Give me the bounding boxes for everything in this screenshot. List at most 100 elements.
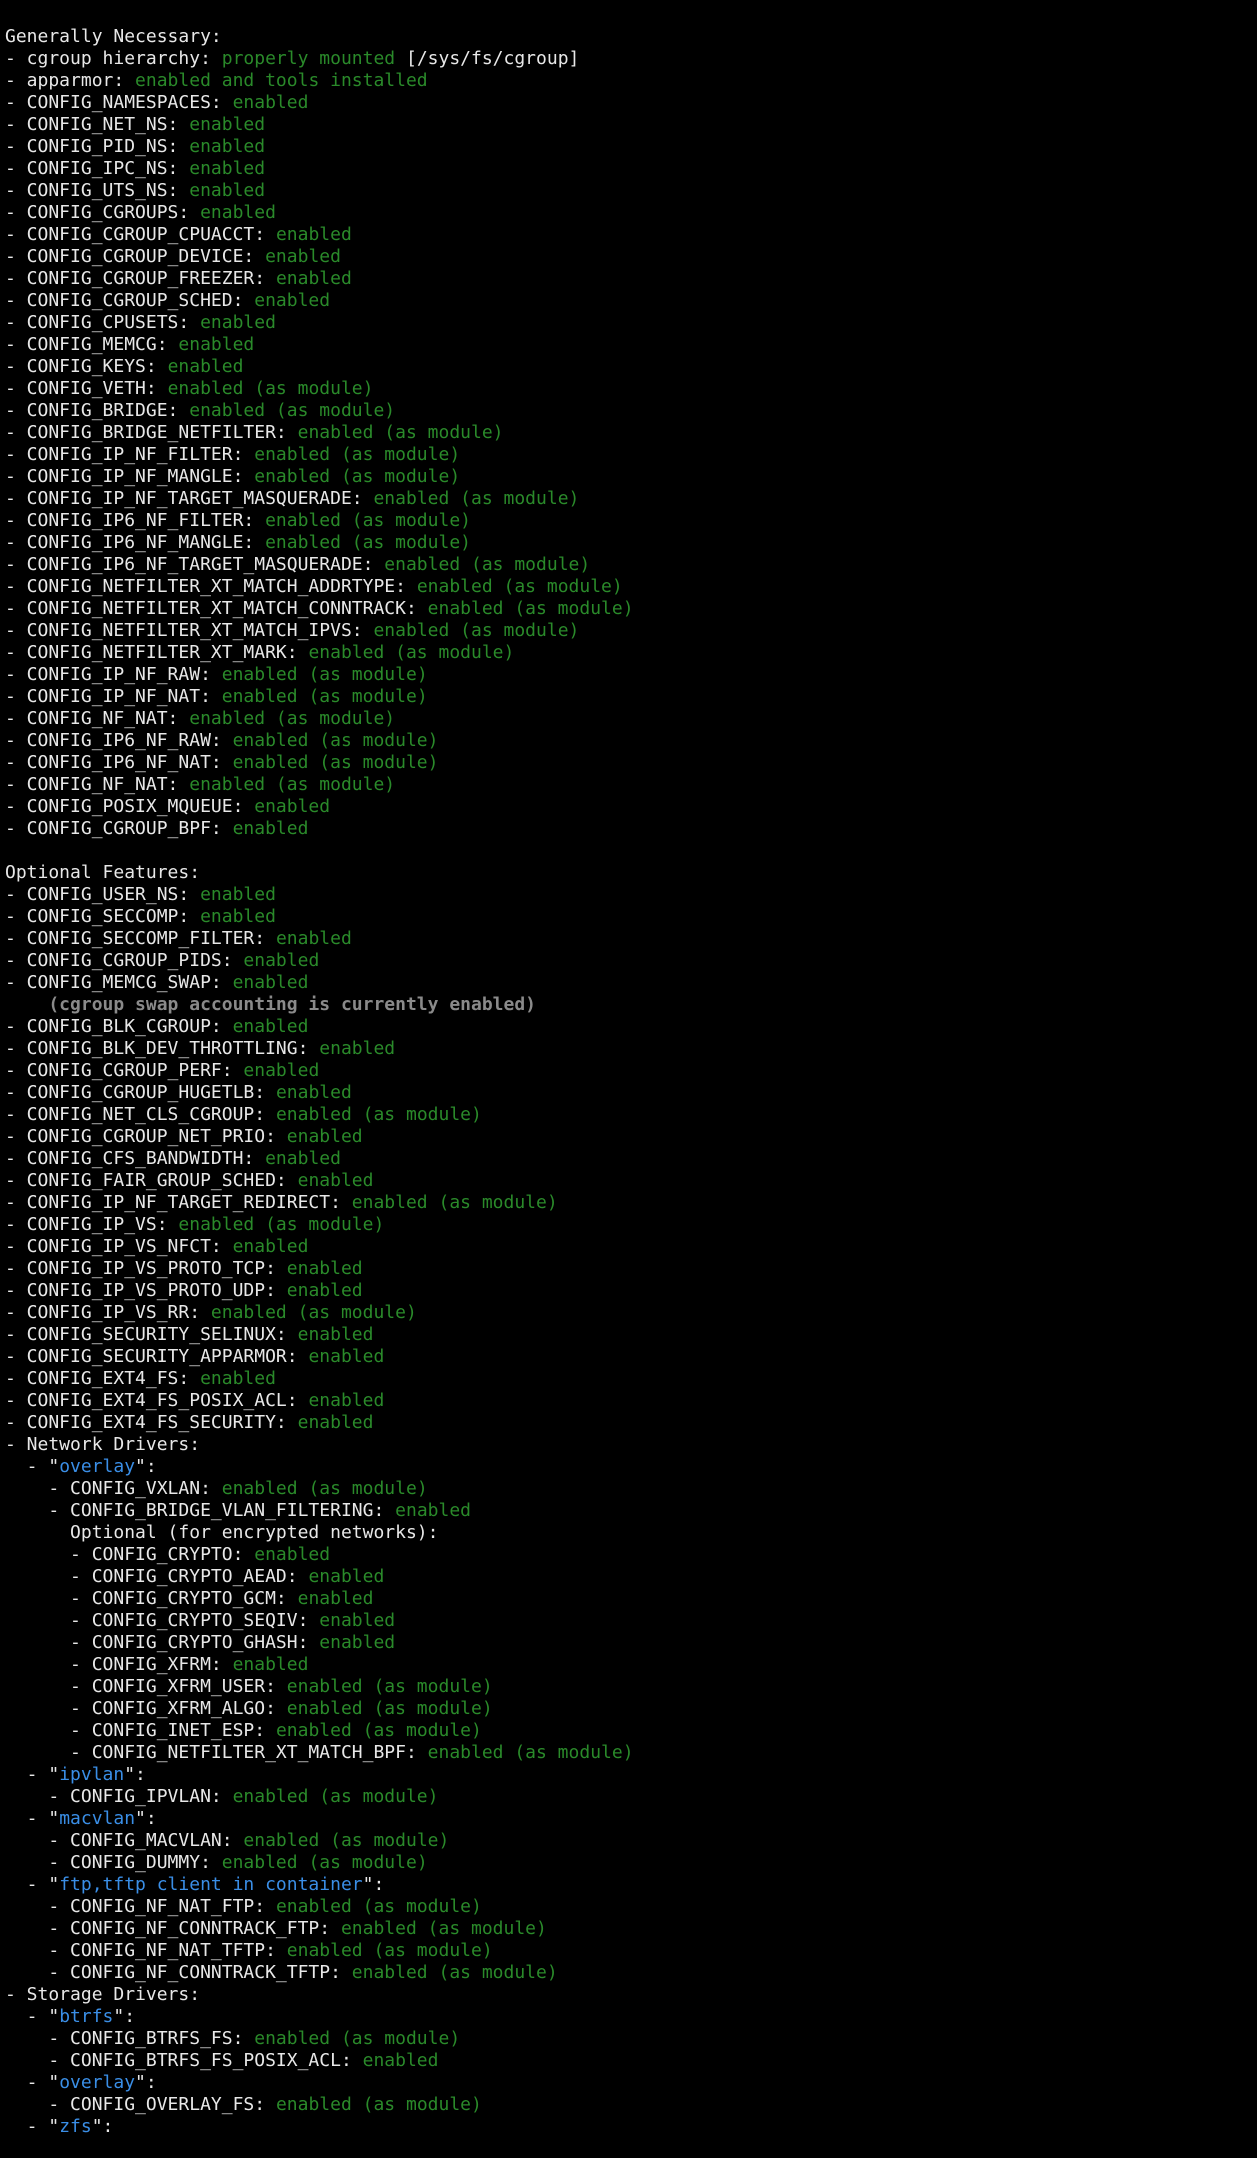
terminal-line: - CONFIG_CGROUP_DEVICE: enabled	[5, 246, 1250, 268]
line-text: - "	[5, 2072, 60, 2093]
terminal-line: - CONFIG_NETFILTER_XT_MATCH_ADDRTYPE: en…	[5, 576, 1250, 598]
line-text: - CONFIG_IP_VS_RR:	[5, 1302, 211, 1323]
status-value: enabled (as module)	[265, 532, 471, 553]
line-text: - cgroup hierarchy:	[5, 48, 222, 69]
terminal-line: Generally Necessary:	[5, 26, 1250, 48]
terminal-line: - CONFIG_MACVLAN: enabled (as module)	[5, 1830, 1250, 1852]
line-text: - CONFIG_CRYPTO_GHASH:	[5, 1632, 320, 1653]
line-text: - CONFIG_MEMCG:	[5, 334, 179, 355]
line-text: - CONFIG_SECCOMP:	[5, 906, 201, 927]
terminal-line: - Storage Drivers:	[5, 1984, 1250, 2006]
status-value: enabled (as module)	[221, 1852, 428, 1873]
status-value: enabled (as module)	[221, 664, 428, 685]
status-value: enabled	[243, 950, 320, 971]
status-value: enabled	[232, 1016, 309, 1037]
line-text: - CONFIG_SECURITY_SELINUX:	[5, 1324, 298, 1345]
terminal-line: - CONFIG_SECCOMP: enabled	[5, 906, 1250, 928]
line-text: - CONFIG_NET_CLS_CGROUP:	[5, 1104, 276, 1125]
terminal-line: - CONFIG_SECCOMP_FILTER: enabled	[5, 928, 1250, 950]
terminal-line: - CONFIG_CGROUP_HUGETLB: enabled	[5, 1082, 1250, 1104]
line-text: - CONFIG_IP_NF_FILTER:	[5, 444, 255, 465]
line-text: - "	[5, 1874, 60, 1895]
terminal-line: - CONFIG_BTRFS_FS_POSIX_ACL: enabled	[5, 2050, 1250, 2072]
line-text: - CONFIG_NF_CONNTRACK_TFTP:	[5, 1962, 352, 1983]
terminal-line: - CONFIG_BRIDGE_VLAN_FILTERING: enabled	[5, 1500, 1250, 1522]
terminal-line: - "macvlan":	[5, 1808, 1250, 1830]
line-text: - CONFIG_KEYS:	[5, 356, 168, 377]
terminal-line: - CONFIG_IP6_NF_TARGET_MASQUERADE: enabl…	[5, 554, 1250, 576]
line-text: - CONFIG_POSIX_MQUEUE:	[5, 796, 255, 817]
status-value: enabled (as module)	[232, 1786, 439, 1807]
line-text: - CONFIG_USER_NS:	[5, 884, 201, 905]
status-value: enabled (as module)	[221, 686, 428, 707]
line-text: - Network Drivers:	[5, 1434, 201, 1455]
line-text: - CONFIG_IP_VS_PROTO_UDP:	[5, 1280, 287, 1301]
line-text: - CONFIG_IPVLAN:	[5, 1786, 233, 1807]
terminal-line: - CONFIG_NF_NAT_FTP: enabled (as module)	[5, 1896, 1250, 1918]
line-text: - CONFIG_BLK_DEV_THROTTLING:	[5, 1038, 320, 1059]
line-text: - CONFIG_CRYPTO:	[5, 1544, 255, 1565]
terminal-line: - CONFIG_BLK_CGROUP: enabled	[5, 1016, 1250, 1038]
line-text: Generally Necessary:	[5, 26, 222, 47]
terminal-line: - apparmor: enabled and tools installed	[5, 70, 1250, 92]
line-text: - CONFIG_CFS_BANDWIDTH:	[5, 1148, 266, 1169]
terminal-line: - CONFIG_IPC_NS: enabled	[5, 158, 1250, 180]
status-value: enabled	[297, 1170, 374, 1191]
terminal-line: - CONFIG_XFRM: enabled	[5, 1654, 1250, 1676]
status-value: enabled	[189, 114, 266, 135]
terminal-line: - CONFIG_CGROUP_SCHED: enabled	[5, 290, 1250, 312]
status-value: enabled (as module)	[210, 1302, 417, 1323]
line-text: - "	[5, 1456, 60, 1477]
line-text: ":	[135, 1808, 157, 1829]
status-value: enabled	[254, 796, 331, 817]
status-value: enabled	[395, 1500, 471, 1521]
status-value: enabled (as module)	[427, 1742, 634, 1763]
line-text: - CONFIG_BTRFS_FS:	[5, 2028, 255, 2049]
status-value: enabled	[308, 1566, 385, 1587]
line-text: - CONFIG_BRIDGE_NETFILTER:	[5, 422, 298, 443]
line-text: - CONFIG_NETFILTER_XT_MATCH_BPF:	[5, 1742, 428, 1763]
terminal-line: - CONFIG_NET_NS: enabled	[5, 114, 1250, 136]
driver-name: ftp,tftp client in container	[59, 1874, 363, 1895]
driver-name: ipvlan	[59, 1764, 125, 1785]
terminal-line: - CONFIG_USER_NS: enabled	[5, 884, 1250, 906]
line-text: - CONFIG_CRYPTO_AEAD:	[5, 1566, 309, 1587]
driver-name: overlay	[59, 1456, 136, 1477]
terminal-line: - CONFIG_IPVLAN: enabled (as module)	[5, 1786, 1250, 1808]
terminal-line: - CONFIG_CFS_BANDWIDTH: enabled	[5, 1148, 1250, 1170]
terminal-line: Optional (for encrypted networks):	[5, 1522, 1250, 1544]
terminal-line: - CONFIG_IP_NF_MANGLE: enabled (as modul…	[5, 466, 1250, 488]
terminal-line: - CONFIG_NETFILTER_XT_MATCH_IPVS: enable…	[5, 620, 1250, 642]
line-text: - CONFIG_CGROUP_CPUACCT:	[5, 224, 276, 245]
status-value: enabled (as module)	[189, 708, 396, 729]
line-text: - Storage Drivers:	[5, 1984, 201, 2005]
terminal-line: - Network Drivers:	[5, 1434, 1250, 1456]
terminal-output: Generally Necessary: - cgroup hierarchy: …	[5, 26, 1250, 2138]
line-text: - CONFIG_FAIR_GROUP_SCHED:	[5, 1170, 298, 1191]
status-value: enabled	[200, 202, 276, 223]
terminal-line: - CONFIG_IP_VS_PROTO_UDP: enabled	[5, 1280, 1250, 1302]
status-value: enabled	[200, 906, 276, 927]
terminal-line: - "btrfs":	[5, 2006, 1250, 2028]
line-text: - CONFIG_CGROUP_NET_PRIO:	[5, 1126, 287, 1147]
status-value: enabled	[232, 1654, 309, 1675]
terminal-line: - CONFIG_BRIDGE: enabled (as module)	[5, 400, 1250, 422]
line-text: - CONFIG_NETFILTER_XT_MATCH_IPVS:	[5, 620, 374, 641]
status-value: enabled (as module)	[167, 378, 374, 399]
terminal-line: - CONFIG_BTRFS_FS: enabled (as module)	[5, 2028, 1250, 2050]
terminal-line: - CONFIG_POSIX_MQUEUE: enabled	[5, 796, 1250, 818]
terminal-line: - CONFIG_IP6_NF_NAT: enabled (as module)	[5, 752, 1250, 774]
line-text: - CONFIG_NF_NAT:	[5, 774, 190, 795]
line-text: - CONFIG_EXT4_FS_SECURITY:	[5, 1412, 298, 1433]
terminal-line: - CONFIG_EXT4_FS_POSIX_ACL: enabled	[5, 1390, 1250, 1412]
terminal-line: - CONFIG_IP_NF_TARGET_MASQUERADE: enable…	[5, 488, 1250, 510]
status-value: enabled	[275, 268, 352, 289]
line-text: - CONFIG_BLK_CGROUP:	[5, 1016, 233, 1037]
status-value: enabled	[319, 1038, 396, 1059]
line-text: - CONFIG_CRYPTO_GCM:	[5, 1588, 298, 1609]
terminal-line: - CONFIG_EXT4_FS: enabled	[5, 1368, 1250, 1390]
terminal-line: - CONFIG_EXT4_FS_SECURITY: enabled	[5, 1412, 1250, 1434]
terminal-line: - CONFIG_IP_NF_FILTER: enabled (as modul…	[5, 444, 1250, 466]
line-text: Optional Features:	[5, 862, 201, 883]
